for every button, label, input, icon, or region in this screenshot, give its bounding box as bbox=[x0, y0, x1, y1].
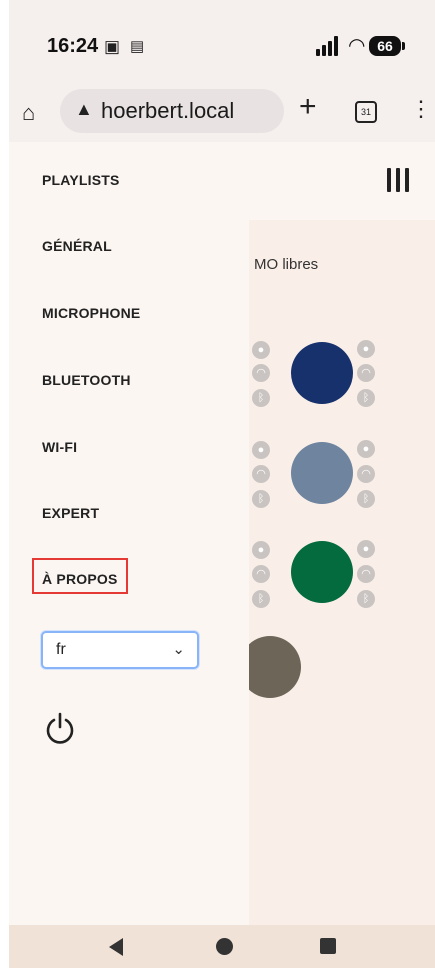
url-text[interactable]: hoerbert.local bbox=[101, 98, 234, 124]
microphone-icon: ● bbox=[357, 340, 375, 358]
notification-icon: ▤ bbox=[130, 38, 145, 55]
menu-item-about[interactable]: À PROPOS bbox=[42, 571, 118, 587]
teams-icon: ▣ bbox=[104, 37, 121, 56]
menu-toggle-icon[interactable] bbox=[387, 168, 409, 192]
menu-item-wifi[interactable]: WI-FI bbox=[42, 439, 77, 455]
system-nav-bar bbox=[9, 925, 435, 968]
home-circle-icon[interactable] bbox=[216, 938, 233, 955]
bluetooth-icon: ᛒ bbox=[252, 590, 270, 608]
wifi-icon: ◠ bbox=[252, 565, 270, 583]
wifi-icon: ◠ bbox=[357, 565, 375, 583]
menu-item-microphone[interactable]: MICROPHONE bbox=[42, 305, 140, 321]
wifi-icon: ◠ bbox=[357, 364, 375, 382]
browser-menu-icon[interactable]: ⋮ bbox=[410, 94, 432, 124]
menu-item-playlists[interactable]: PLAYLISTS bbox=[42, 172, 120, 188]
color-button[interactable] bbox=[291, 541, 353, 603]
microphone-icon: ● bbox=[252, 441, 270, 459]
chevron-down-icon: ⌄ bbox=[172, 641, 185, 658]
color-button[interactable] bbox=[291, 442, 353, 504]
status-bar: 16:24 ▣ ▤ ◠ 66 bbox=[9, 0, 435, 82]
language-select-value: fr bbox=[56, 641, 66, 658]
microphone-icon: ● bbox=[357, 540, 375, 558]
not-secure-warning-icon[interactable]: ▲ bbox=[75, 99, 93, 120]
battery-indicator: 66 bbox=[369, 36, 405, 56]
menu-item-bluetooth[interactable]: BLUETOOTH bbox=[42, 372, 131, 388]
wifi-icon: ◠ bbox=[348, 35, 366, 57]
signal-icon bbox=[316, 36, 342, 56]
microphone-icon: ● bbox=[252, 341, 270, 359]
wifi-icon: ◠ bbox=[252, 364, 270, 382]
bluetooth-icon: ᛒ bbox=[252, 389, 270, 407]
tab-switcher-button[interactable]: 31 bbox=[355, 101, 377, 123]
new-tab-button[interactable]: + bbox=[299, 92, 317, 122]
recent-apps-icon[interactable] bbox=[320, 938, 336, 954]
home-icon[interactable]: ⌂ bbox=[22, 100, 35, 126]
wifi-icon: ◠ bbox=[252, 465, 270, 483]
microphone-icon: ● bbox=[357, 440, 375, 458]
microphone-icon: ● bbox=[252, 541, 270, 559]
app-frame: 16:24 ▣ ▤ ◠ 66 ⌂ ▲ hoerbert.local + 31 ⋮… bbox=[9, 0, 435, 968]
back-icon[interactable] bbox=[109, 938, 123, 956]
status-time: 16:24 bbox=[47, 35, 99, 57]
wifi-icon: ◠ bbox=[357, 465, 375, 483]
bluetooth-icon: ᛒ bbox=[357, 590, 375, 608]
language-select[interactable]: fr ⌄ bbox=[41, 631, 199, 669]
address-bar[interactable]: ▲ hoerbert.local bbox=[60, 89, 284, 133]
menu-item-expert[interactable]: EXPERT bbox=[42, 505, 99, 521]
free-space-text: MO libres bbox=[254, 256, 319, 273]
menu-item-general[interactable]: GÉNÉRAL bbox=[42, 238, 112, 254]
bluetooth-icon: ᛒ bbox=[357, 389, 375, 407]
navigation-drawer: PLAYLISTS GÉNÉRAL MICROPHONE BLUETOOTH W… bbox=[9, 142, 249, 954]
bluetooth-icon: ᛒ bbox=[357, 490, 375, 508]
color-button[interactable] bbox=[291, 342, 353, 404]
power-icon[interactable] bbox=[44, 712, 76, 746]
browser-toolbar: ⌂ ▲ hoerbert.local + 31 ⋮ bbox=[9, 82, 435, 142]
bluetooth-icon: ᛒ bbox=[252, 490, 270, 508]
